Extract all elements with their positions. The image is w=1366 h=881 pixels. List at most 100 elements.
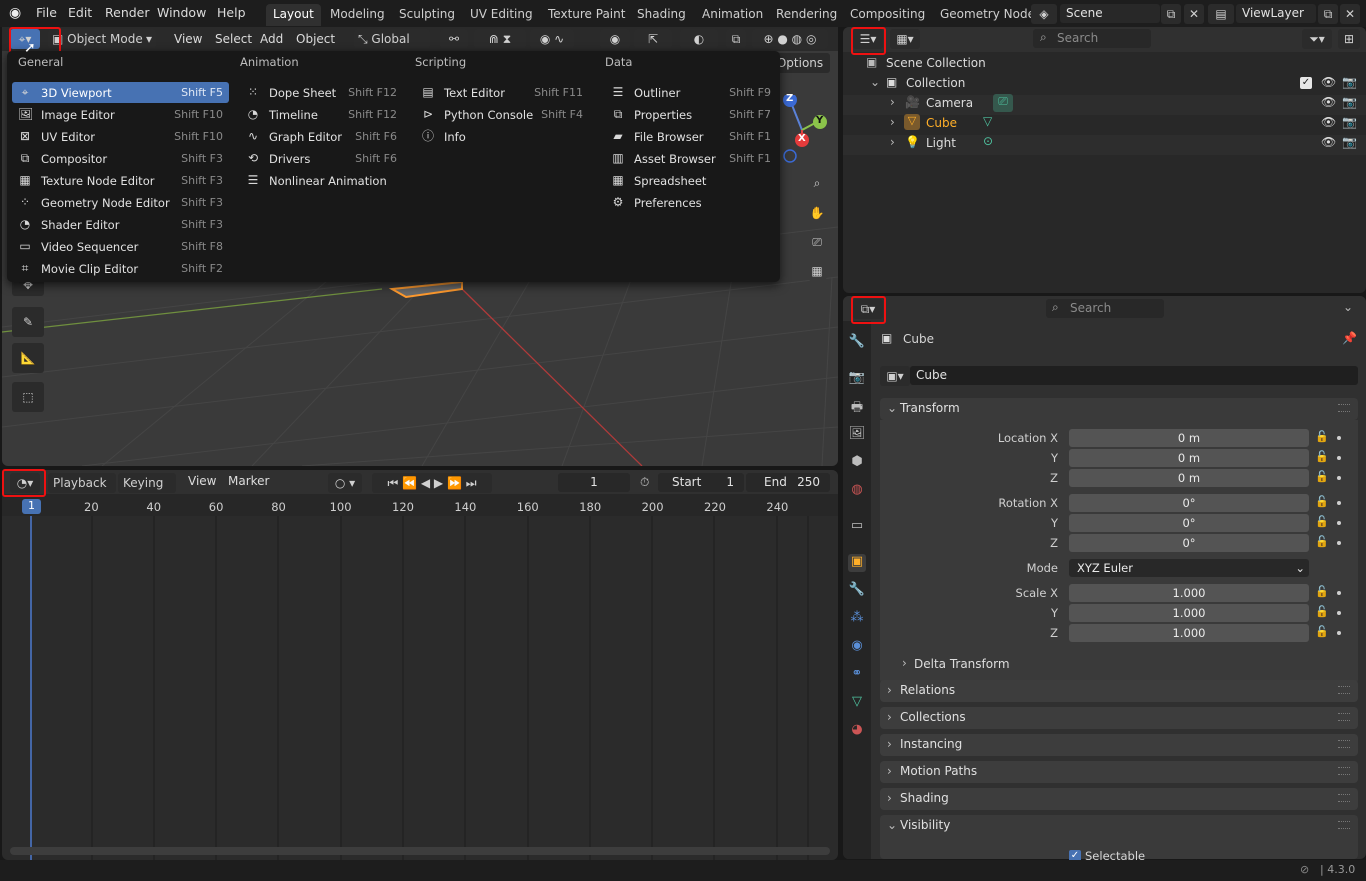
scale-y-field[interactable]: 1.000 bbox=[1069, 604, 1309, 622]
render-tab-icon[interactable]: 📷 bbox=[848, 370, 866, 388]
physics-tab-icon[interactable]: ◉ bbox=[848, 638, 866, 656]
instancing-panel-header[interactable]: › Instancing bbox=[880, 734, 1358, 756]
frame-cursor[interactable]: 1 bbox=[22, 499, 41, 514]
drag-handle-icon[interactable] bbox=[1338, 794, 1350, 802]
menu-item-python-console[interactable]: ⊳ Python Console Shift F4 bbox=[415, 104, 589, 125]
tab-sculpting[interactable]: Sculpting bbox=[392, 4, 462, 26]
drag-handle-icon[interactable] bbox=[1338, 713, 1350, 721]
mesh-data-icon[interactable]: ▽ bbox=[983, 114, 992, 128]
blender-logo-icon[interactable]: ◉ bbox=[9, 5, 21, 21]
lock-icon[interactable]: 🔓 bbox=[1315, 535, 1329, 548]
new-collection-icon[interactable]: ⊞ bbox=[1338, 29, 1360, 49]
measure-tool-icon[interactable]: 📐 bbox=[12, 343, 44, 373]
proportional-edit-icon[interactable]: ◉ ∿ bbox=[530, 29, 574, 49]
camera-render-icon[interactable]: 📷 bbox=[1342, 135, 1357, 149]
menu-view[interactable]: View bbox=[168, 30, 208, 50]
playback-menu[interactable]: Playback bbox=[48, 473, 116, 493]
camera-render-icon[interactable]: 📷 bbox=[1342, 95, 1357, 109]
add-cube-tool-icon[interactable]: ⬚ bbox=[12, 382, 44, 412]
pan-hand-icon[interactable]: ✋ bbox=[805, 201, 829, 225]
drag-handle-icon[interactable] bbox=[1338, 740, 1350, 748]
annotate-tool-icon[interactable]: ✎ bbox=[12, 307, 44, 337]
menu-item-texture-node-editor[interactable]: ▦ Texture Node Editor Shift F3 bbox=[12, 170, 229, 191]
keyframe-dot-icon[interactable] bbox=[1337, 541, 1341, 545]
shading-panel-header[interactable]: › Shading bbox=[880, 788, 1358, 810]
camera-render-icon[interactable]: 📷 bbox=[1342, 75, 1357, 89]
exclude-checkbox[interactable]: ✓ bbox=[1300, 77, 1312, 89]
navigation-gizmo[interactable]: Z Y X bbox=[782, 93, 832, 165]
keyframe-dot-icon[interactable] bbox=[1337, 611, 1341, 615]
keyframe-dot-icon[interactable] bbox=[1337, 436, 1341, 440]
drag-handle-icon[interactable] bbox=[1338, 767, 1350, 775]
keyframe-dot-icon[interactable] bbox=[1337, 501, 1341, 505]
menu-item-graph-editor[interactable]: ∿ Graph Editor Shift F6 bbox=[240, 126, 403, 147]
menu-add[interactable]: Add bbox=[254, 30, 289, 50]
lock-icon[interactable]: 🔓 bbox=[1315, 495, 1329, 508]
display-mode-icon[interactable]: ▦▾ bbox=[890, 29, 920, 49]
output-tab-icon[interactable]: 🖶 bbox=[848, 398, 866, 416]
menu-edit[interactable]: Edit bbox=[68, 5, 92, 20]
rotation-mode-select[interactable]: XYZ Euler ⌄ bbox=[1069, 559, 1309, 577]
delta-transform-subpanel[interactable]: › Delta Transform bbox=[896, 655, 1096, 675]
view-layer-field[interactable]: ViewLayer bbox=[1236, 4, 1316, 23]
eye-icon[interactable]: 👁 bbox=[1321, 135, 1336, 149]
zoom-icon[interactable]: ⌕ bbox=[805, 171, 829, 195]
world-tab-icon[interactable]: ◍ bbox=[848, 482, 866, 500]
menu-select[interactable]: Select bbox=[209, 30, 258, 50]
outliner-row-collection[interactable]: ⌄ ▣ Collection ✓ 👁 📷 bbox=[850, 74, 1360, 94]
keyframe-dot-icon[interactable] bbox=[1337, 631, 1341, 635]
stopwatch-icon[interactable]: ⏱ bbox=[640, 475, 649, 490]
menu-item-file-browser[interactable]: ▰ File Browser Shift F1 bbox=[605, 126, 777, 147]
new-view-layer-icon[interactable]: ⧉ bbox=[1318, 4, 1338, 24]
menu-item-drivers[interactable]: ⟲ Drivers Shift F6 bbox=[240, 148, 403, 169]
data-tab-icon[interactable]: ▽ bbox=[848, 694, 866, 712]
chevron-down-icon[interactable]: ⌄ bbox=[1343, 300, 1353, 314]
camera-render-icon[interactable]: 📷 bbox=[1342, 115, 1357, 129]
menu-item-uv-editor[interactable]: ⊠ UV Editor Shift F10 bbox=[12, 126, 229, 147]
location-x-field[interactable]: 0 m bbox=[1069, 429, 1309, 447]
object-name-field[interactable]: Cube bbox=[910, 366, 1358, 385]
lock-icon[interactable]: 🔓 bbox=[1315, 605, 1329, 618]
menu-item-shader-editor[interactable]: ◔ Shader Editor Shift F3 bbox=[12, 214, 229, 235]
timeline-scrollbar[interactable] bbox=[10, 847, 830, 855]
scale-x-field[interactable]: 1.000 bbox=[1069, 584, 1309, 602]
gizmo-toggle-icon[interactable]: ⇱ bbox=[634, 29, 672, 49]
tab-animation[interactable]: Animation bbox=[695, 4, 770, 26]
delete-scene-icon[interactable]: ✕ bbox=[1184, 4, 1204, 24]
chevron-down-icon[interactable]: ⌄ bbox=[870, 75, 880, 89]
menu-item-compositor[interactable]: ⧉ Compositor Shift F3 bbox=[12, 148, 229, 169]
rotation-y-field[interactable]: 0° bbox=[1069, 514, 1309, 532]
drag-handle-icon[interactable] bbox=[1338, 404, 1350, 412]
lock-icon[interactable]: 🔓 bbox=[1315, 430, 1329, 443]
timeline-menu-marker[interactable]: Marker bbox=[222, 472, 275, 492]
location-z-field[interactable]: 0 m bbox=[1069, 469, 1309, 487]
tab-compositing[interactable]: Compositing bbox=[843, 4, 932, 26]
lock-icon[interactable]: 🔓 bbox=[1315, 470, 1329, 483]
tab-texture-paint[interactable]: Texture Paint bbox=[541, 4, 632, 26]
menu-object[interactable]: Object bbox=[290, 30, 341, 50]
keyframe-dot-icon[interactable] bbox=[1337, 521, 1341, 525]
shading-modes-icon[interactable]: ⊕ ● ◍ ◎ bbox=[752, 29, 828, 49]
overlay-toggle-icon[interactable]: ◐ bbox=[680, 29, 718, 49]
view-layer-selector-icon[interactable]: ▤ bbox=[1208, 4, 1234, 24]
menu-help[interactable]: Help bbox=[217, 5, 246, 20]
view-layer-tab-icon[interactable]: 🖼 bbox=[848, 426, 866, 444]
menu-item-nonlinear-animation[interactable]: ☰ Nonlinear Animation bbox=[240, 170, 403, 191]
eye-icon[interactable]: 👁 bbox=[1321, 75, 1336, 89]
menu-item-outliner[interactable]: ☰ Outliner Shift F9 bbox=[605, 82, 777, 103]
outliner-row-cube[interactable]: › ▽ Cube ▽ 👁 📷 bbox=[850, 114, 1360, 134]
camera-view-icon[interactable]: ⎚ bbox=[805, 230, 829, 254]
material-tab-icon[interactable]: ◕ bbox=[848, 722, 866, 740]
outliner-row-light[interactable]: › 💡 Light ⊙ 👁 📷 bbox=[850, 134, 1360, 154]
camera-data-icon[interactable]: ⎚ bbox=[993, 94, 1013, 112]
lock-icon[interactable]: 🔓 bbox=[1315, 450, 1329, 463]
snap-icon[interactable]: ⋒ ⧗ bbox=[474, 29, 526, 49]
tool-tab-icon[interactable]: 🔧 bbox=[848, 334, 866, 352]
collections-panel-header[interactable]: › Collections bbox=[880, 707, 1358, 729]
auto-keying-icon[interactable]: ○ ▾ bbox=[328, 473, 362, 493]
keying-menu[interactable]: Keying bbox=[118, 473, 176, 493]
tab-geometry-nodes[interactable]: Geometry Node bbox=[933, 4, 1042, 26]
menu-item-3d-viewport[interactable]: ⌖ 3D Viewport Shift F5 bbox=[12, 82, 229, 103]
scene-tab-icon[interactable]: ⬢ bbox=[848, 454, 866, 472]
visibility-icon[interactable]: ◉ bbox=[600, 29, 630, 49]
